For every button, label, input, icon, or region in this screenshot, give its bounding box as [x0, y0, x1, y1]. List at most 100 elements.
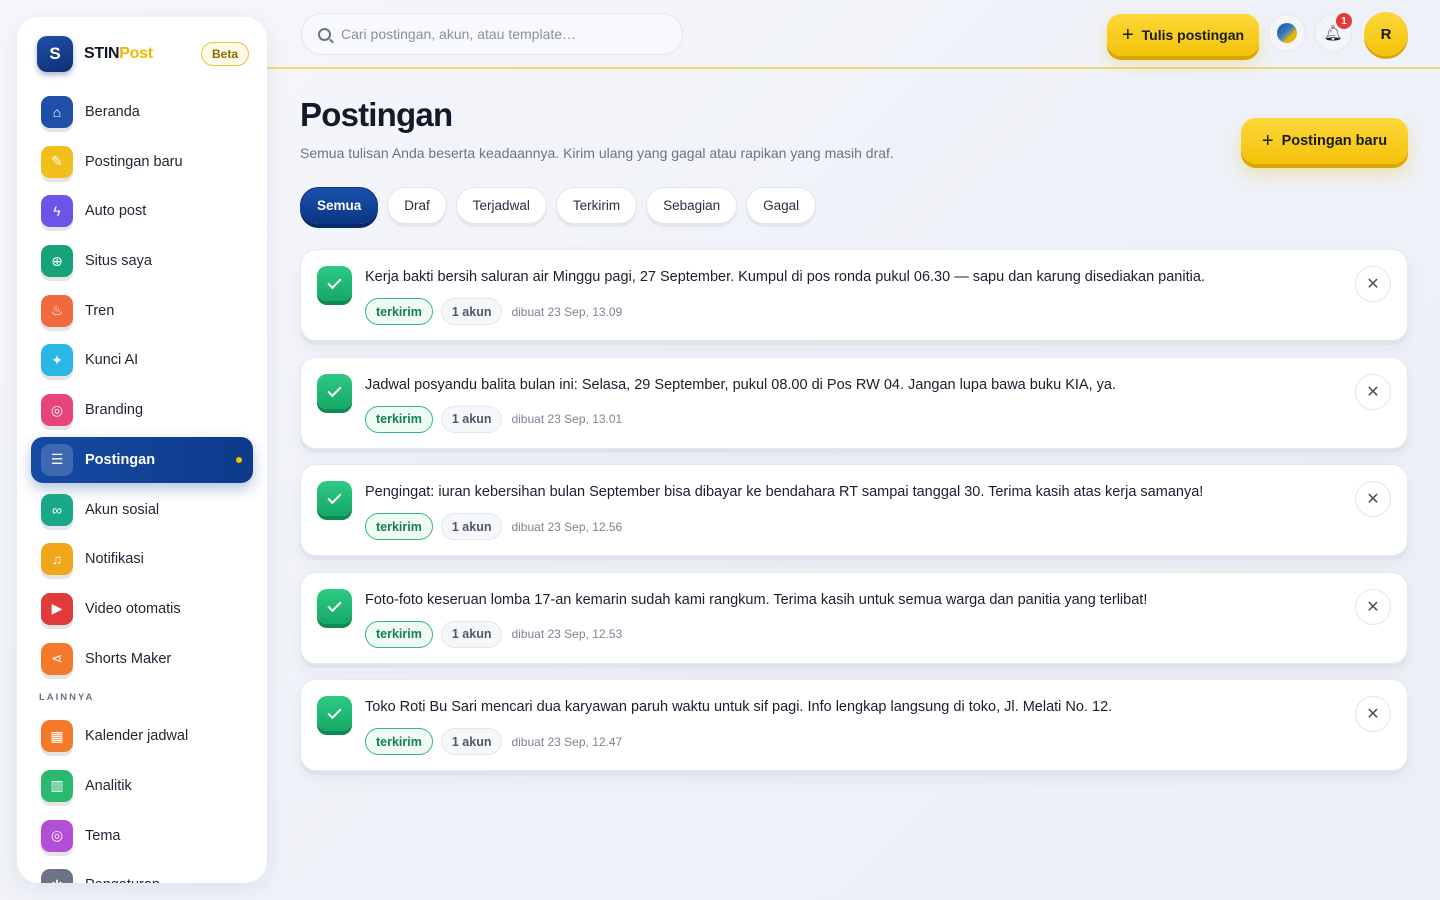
post-card[interactable]: Pengingat: iuran kebersihan bulan Septem… [300, 464, 1408, 556]
sidebar-item-notifikasi[interactable]: ♫ Notifikasi [31, 536, 253, 582]
check-icon [317, 696, 352, 731]
created-timestamp: dibuat 23 Sep, 12.56 [511, 519, 623, 534]
sidebar-item-label: Auto post [85, 203, 147, 220]
sidebar-item-tema[interactable]: ◎ Tema [31, 813, 253, 859]
tab-terjadwal[interactable]: Terjadwal [455, 187, 547, 224]
notification-button[interactable]: 🔔︎ 1 [1314, 13, 1352, 52]
close-icon: ✕ [1366, 706, 1380, 723]
palette-icon: ◎ [41, 394, 73, 427]
close-icon: ✕ [1366, 491, 1380, 508]
check-icon [317, 373, 352, 409]
topbar: + Tulis postingan 🔔︎ 1 R [267, 0, 1440, 69]
list-icon: ☰ [41, 443, 73, 476]
account-count-badge: 1 akun [440, 620, 503, 648]
sidebar-item-branding[interactable]: ◎ Branding [31, 387, 253, 433]
write-post-button[interactable]: + Tulis postingan [1107, 14, 1259, 56]
sidebar-item-kalender-jadwal[interactable]: ▦ Kalender jadwal [31, 713, 253, 759]
post-card[interactable]: Foto-foto keseruan lomba 17-an kemarin s… [300, 571, 1408, 664]
link-icon: ∞ [41, 493, 73, 526]
created-timestamp: dibuat 23 Sep, 13.01 [511, 412, 623, 426]
tab-sebagian[interactable]: Sebagian [646, 187, 738, 224]
post-text: Pengingat: iuran kebersihan bulan Septem… [365, 484, 1204, 500]
sidebar-item-beranda[interactable]: ⌂ Beranda [31, 89, 253, 135]
sidebar-item-akun-sosial[interactable]: ∞ Akun sosial [31, 487, 253, 533]
sidebar-item-video-otomatis[interactable]: ▶ Video otomatis [31, 586, 253, 632]
sidebar-item-label: Video otomatis [85, 600, 181, 617]
filter-tabs: Semua Draf Terjadwal Terkirim Sebagian Gagal [300, 187, 817, 224]
plus-icon: + [1121, 24, 1134, 46]
sidebar-item-label: Beranda [85, 104, 140, 120]
post-text: Kerja bakti bersih saluran air Minggu pa… [365, 269, 1205, 285]
created-timestamp: dibuat 23 Sep, 13.09 [511, 304, 623, 319]
post-card[interactable]: Jadwal posyandu balita bulan ini: Selasa… [300, 356, 1408, 449]
share-icon: ⋖ [41, 642, 73, 675]
sparkle-icon: ✦ [41, 344, 73, 377]
post-text: Jadwal posyandu balita bulan ini: Selasa… [365, 376, 1116, 393]
avatar[interactable]: R [1364, 12, 1408, 56]
status-badge: terkirim [365, 728, 433, 755]
search-icon [318, 27, 331, 41]
theme-toggle-button[interactable] [1268, 14, 1306, 52]
sidebar-item-postingan[interactable]: ☰ Postingan [31, 436, 253, 483]
sidebar-item-label: Akun sosial [85, 501, 160, 518]
post-meta: terkirim 1 akun dibuat 23 Sep, 13.09 [365, 298, 622, 325]
sidebar-item-label: Tema [85, 827, 121, 844]
beta-badge: Beta [200, 42, 249, 66]
home-icon: ⌂ [41, 96, 73, 128]
tab-draf[interactable]: Draf [387, 187, 447, 224]
sidebar-item-postingan-baru[interactable]: ✎ Postingan baru [31, 139, 253, 185]
sidebar-item-label: Shorts Maker [85, 650, 172, 667]
search-box[interactable] [301, 13, 683, 55]
flame-icon: ♨ [41, 294, 73, 327]
sidebar-section-label: LAINNYA [39, 692, 95, 704]
sidebar-item-label: Notifikasi [85, 551, 144, 568]
post-card[interactable]: Toko Roti Bu Sari mencari dua karyawan p… [300, 679, 1408, 771]
sidebar-item-situs-saya[interactable]: ⊕ Situs saya [31, 238, 253, 284]
status-badge: terkirim [365, 513, 433, 540]
sidebar-item-label: Branding [85, 402, 144, 419]
delete-post-button[interactable]: ✕ [1355, 373, 1391, 410]
sidebar-item-tren[interactable]: ♨ Tren [31, 288, 253, 334]
bolt-icon: ϟ [41, 195, 73, 228]
search-input[interactable] [341, 26, 661, 42]
delete-post-button[interactable]: ✕ [1355, 266, 1391, 302]
created-timestamp: dibuat 23 Sep, 12.53 [511, 627, 623, 641]
delete-post-button[interactable]: ✕ [1355, 588, 1391, 625]
tab-terkirim[interactable]: Terkirim [555, 187, 638, 224]
sidebar: S STINPost Beta ⌂ Beranda ✎ Postingan baru ϟ… [17, 17, 267, 883]
post-meta: terkirim 1 akun dibuat 23 Sep, 12.56 [365, 513, 622, 540]
account-count-badge: 1 akun [440, 405, 503, 433]
brand[interactable]: S STINPost Beta [37, 35, 249, 73]
post-meta: terkirim 1 akun dibuat 23 Sep, 13.01 [365, 405, 623, 433]
sidebar-item-auto-post[interactable]: ϟ Auto post [31, 188, 253, 234]
post-meta: terkirim 1 akun dibuat 23 Sep, 12.53 [365, 620, 623, 648]
brand-name: STINPost [84, 45, 153, 62]
brand-logo: S [37, 36, 73, 72]
close-icon: ✕ [1366, 383, 1380, 401]
close-icon: ✕ [1366, 598, 1380, 616]
delete-post-button[interactable]: ✕ [1355, 696, 1391, 732]
sidebar-item-label: Postingan [85, 451, 156, 468]
tab-gagal[interactable]: Gagal [746, 187, 817, 224]
post-text: Toko Roti Bu Sari mencari dua karyawan p… [365, 699, 1113, 715]
new-post-button[interactable]: + Postingan baru [1241, 118, 1408, 164]
check-icon [317, 266, 352, 301]
tab-semua[interactable]: Semua [300, 187, 379, 224]
status-badge: terkirim [365, 298, 433, 325]
page-title: Postingan [300, 96, 453, 133]
post-meta: terkirim 1 akun dibuat 23 Sep, 12.47 [365, 728, 622, 755]
sidebar-item-label: Analitik [85, 777, 132, 794]
sidebar-item-kunci-ai[interactable]: ✦ Kunci AI [31, 337, 253, 383]
post-card[interactable]: Kerja bakti bersih saluran air Minggu pa… [300, 249, 1408, 341]
plus-icon: + [1261, 130, 1274, 152]
delete-post-button[interactable]: ✕ [1355, 481, 1391, 517]
sidebar-item-analitik[interactable]: ▥ Analitik [31, 763, 253, 809]
sidebar-item-label: Situs saya [85, 253, 152, 270]
sidebar-item-label: Postingan baru [85, 153, 183, 170]
theme-icon [1277, 23, 1297, 43]
sidebar-item-pengaturan[interactable]: ✲ Pengaturan [31, 862, 253, 883]
created-timestamp: dibuat 23 Sep, 12.47 [511, 734, 623, 749]
post-text: Foto-foto keseruan lomba 17-an kemarin s… [365, 591, 1148, 608]
sidebar-item-shorts-maker[interactable]: ⋖ Shorts Maker [31, 636, 253, 682]
notification-badge: 1 [1336, 13, 1352, 29]
